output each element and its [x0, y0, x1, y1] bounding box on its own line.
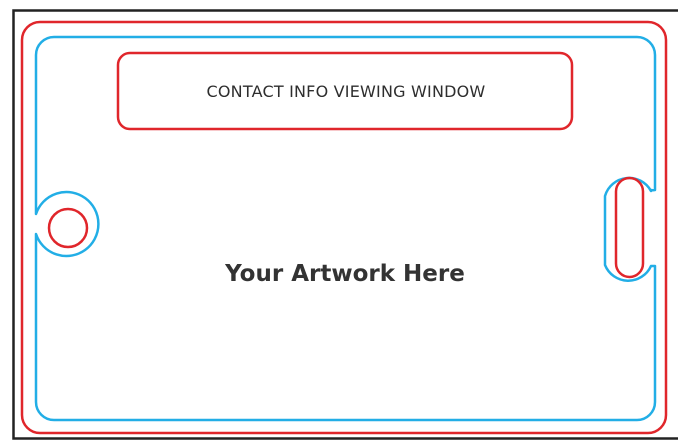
- badge-template-diagram: CONTACT INFO VIEWING WINDOW Your Artwork…: [12, 9, 678, 440]
- artwork-placeholder-label: Your Artwork Here: [224, 261, 465, 287]
- contact-info-window-label: CONTACT INFO VIEWING WINDOW: [207, 82, 486, 101]
- slot-cutout: [614, 176, 645, 279]
- round-hole-cutout: [47, 207, 89, 249]
- document-frame: [12, 9, 678, 440]
